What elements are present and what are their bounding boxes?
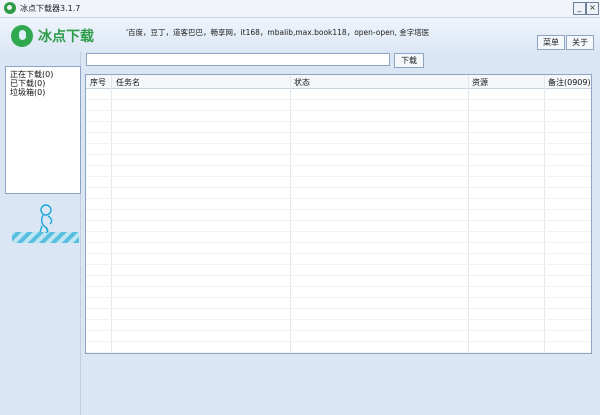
table-header: 序号 任务名 状态 资源 备注(0909) [86,75,591,89]
download-button[interactable]: 下载 [394,53,424,68]
grid-row-line [86,319,591,320]
column-divider [468,75,469,353]
grid-row-line [86,275,591,276]
bingdian-logo-icon [11,25,33,47]
grid-row-line [86,341,591,342]
column-divider [544,75,545,353]
category-panel: 正在下载(0) 已下载(0) 垃圾箱(0) [5,66,81,194]
grid-row-line [86,187,591,188]
minimize-button[interactable]: _ [573,2,586,15]
window-title: 冰点下载器3.1.7 [20,4,81,13]
grid-row-line [86,253,591,254]
task-table: 序号 任务名 状态 资源 备注(0909) [85,74,592,354]
grid-row-line [86,121,591,122]
grid-row-line [86,143,591,144]
grid-row-line [86,99,591,100]
brand-name: 冰点下载 [38,29,94,45]
sidebar-item-trash[interactable]: 垃圾箱(0) [10,87,45,98]
grid-row-line [86,110,591,111]
url-input[interactable] [86,53,390,66]
grid-row-line [86,165,591,166]
title-bar: 冰点下载器3.1.7 _ × [0,0,600,18]
mascot-icon [39,204,53,234]
app-icon [4,2,16,14]
column-header-index[interactable]: 序号 [90,77,106,88]
column-header-task-name[interactable]: 任务名 [116,77,140,88]
column-divider [290,75,291,353]
grid-row-line [86,209,591,210]
grid-row-line [86,330,591,331]
column-header-status[interactable]: 状态 [294,77,310,88]
close-button[interactable]: × [586,2,599,15]
grid-row-line [86,308,591,309]
grid-row-line [86,132,591,133]
grid-row-line [86,286,591,287]
grid-row-line [86,242,591,243]
grid-row-line [86,176,591,177]
about-button[interactable]: 关于 [566,35,594,50]
grid-row-line [86,198,591,199]
grid-row-line [86,231,591,232]
grid-row-line [86,297,591,298]
menu-button[interactable]: 菜单 [537,35,565,50]
column-header-source[interactable]: 资源 [472,77,488,88]
grid-row-line [86,352,591,353]
column-divider [111,75,112,353]
column-header-notes[interactable]: 备注(0909) [548,77,591,88]
grid-row-line [86,220,591,221]
mascot-banner [12,204,79,243]
grid-row-line [86,154,591,155]
grid-row-line [86,264,591,265]
supported-sites-text: '百度，豆丁，道客巴巴，畅享网，it168，mbalib,max.book118… [126,28,430,37]
